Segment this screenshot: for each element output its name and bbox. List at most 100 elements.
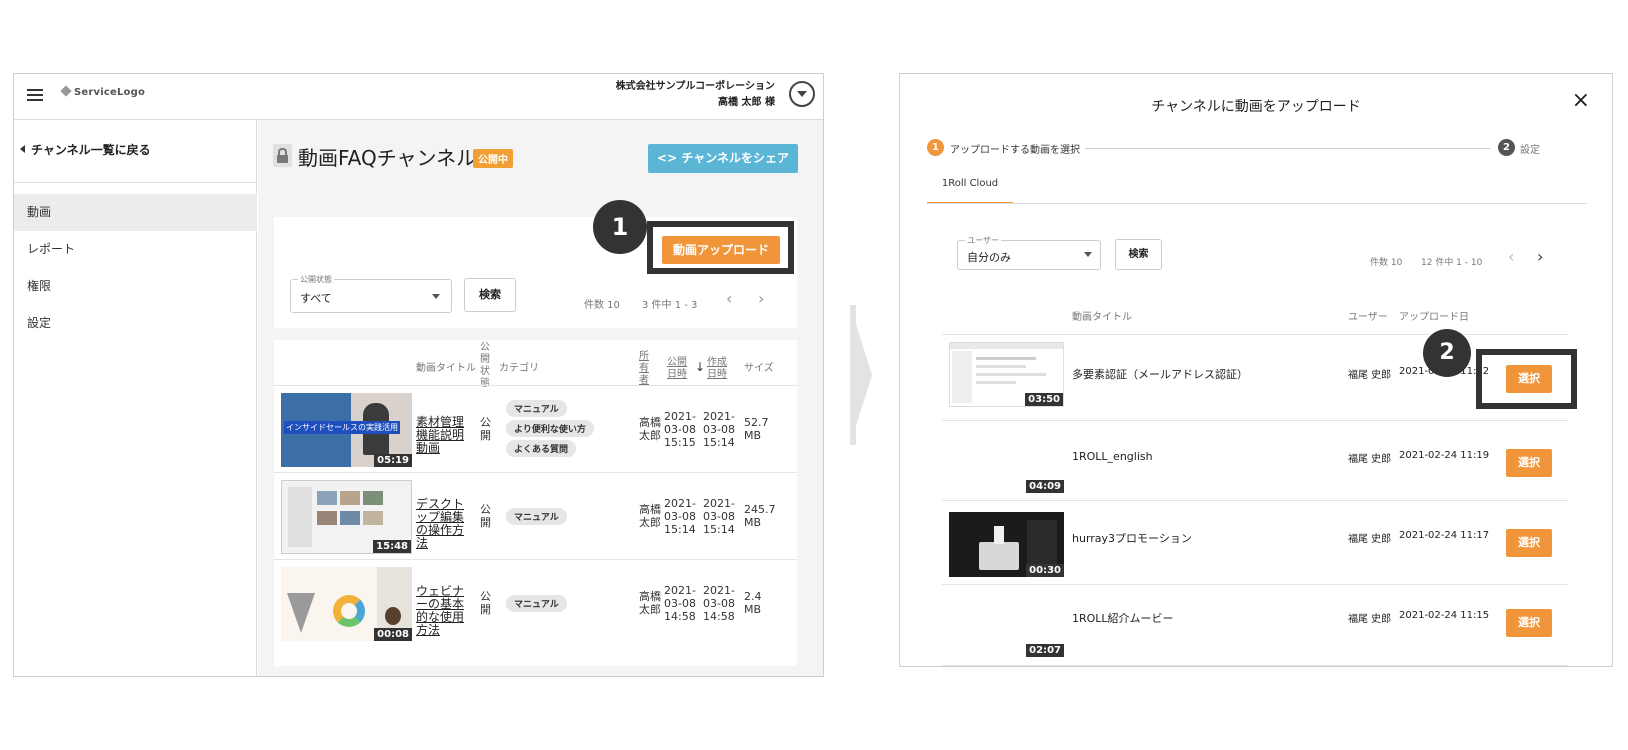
prev-page-icon[interactable]: ‹: [1508, 247, 1514, 266]
col-owner[interactable]: 所有者: [639, 351, 650, 387]
video-duration: 03:50: [1025, 393, 1063, 406]
user-filter-select[interactable]: ユーザー 自分のみ: [957, 235, 1101, 270]
select-button[interactable]: 選択: [1506, 365, 1552, 393]
select-button[interactable]: 選択: [1506, 449, 1552, 477]
search-button[interactable]: 検索: [464, 278, 516, 312]
video-title-link[interactable]: デスクトップ編集の操作方法: [416, 498, 472, 550]
company-name: 株式会社サンプルコーポレーション: [615, 81, 775, 92]
back-to-channels-link[interactable]: チャンネル一覧に戻る: [20, 141, 151, 158]
tab-1roll-cloud[interactable]: 1Roll Cloud: [927, 178, 1013, 204]
video-title: 1ROLL紹介ムービー: [1072, 612, 1174, 625]
step-connector: [1085, 148, 1490, 149]
step-2-marker: 2: [1423, 329, 1471, 377]
uploader-name: 福尾 史郎: [1348, 370, 1392, 381]
step-1-label: アップロードする動画を選択: [950, 145, 1080, 156]
uploader-name: 福尾 史郎: [1348, 454, 1392, 465]
modal-title: チャンネルに動画をアップロード: [1151, 99, 1361, 115]
created-date: 2021-03-08 15:14: [703, 410, 735, 449]
account-dropdown-icon[interactable]: [789, 81, 815, 107]
per-page-count: 件数 10: [584, 300, 620, 311]
upload-date: 2021-02-24 11:15: [1399, 610, 1490, 621]
menu-icon[interactable]: [27, 89, 43, 102]
video-title: hurray3プロモーション: [1072, 532, 1192, 545]
select-button[interactable]: 選択: [1506, 609, 1552, 637]
video-thumbnail: 02:07: [949, 592, 1064, 657]
file-size: 245.7 MB: [744, 503, 776, 529]
video-thumbnail[interactable]: 15:48: [281, 480, 412, 554]
owner: 高橋太郎: [639, 590, 661, 616]
col-size: サイズ: [744, 363, 774, 374]
video-title-link[interactable]: 素材管理機能説明動画: [416, 416, 472, 455]
video-thumbnail: 00:30: [949, 512, 1064, 577]
publish-status: 公開: [480, 590, 491, 616]
main-content: 動画FAQチャンネル 公開中 <> チャンネルをシェア 公開状態 すべて 検索 …: [258, 120, 823, 676]
app-header: ServiceLogo 株式会社サンプルコーポレーション 高橋 太郎 様: [14, 74, 823, 120]
modal-search-button[interactable]: 検索: [1115, 239, 1162, 270]
thumbnail-caption: インサイドセールスの実践活用: [284, 421, 400, 434]
user-name: 高橋 太郎 様: [718, 97, 775, 108]
video-thumbnail: 04:09: [949, 428, 1064, 493]
category-tag: マニュアル: [506, 508, 567, 525]
tab-underline: [927, 203, 1587, 204]
created-date: 2021-03-08 14:58: [703, 584, 735, 623]
account-info: 株式会社サンプルコーポレーション 高橋 太郎 様: [616, 79, 775, 111]
next-page-icon[interactable]: ›: [758, 289, 764, 308]
sort-down-icon[interactable]: ↓: [695, 361, 705, 373]
channel-page-panel: ServiceLogo 株式会社サンプルコーポレーション 高橋 太郎 様 チャン…: [13, 73, 824, 677]
col-user: ユーザー: [1348, 312, 1388, 323]
col-created[interactable]: 作成日時: [707, 357, 728, 381]
video-duration: 00:08: [374, 628, 412, 641]
row-divider: [942, 500, 1568, 501]
result-range: 3 件中 1 - 3: [642, 300, 698, 311]
modal-result-range: 12 件中 1 - 10: [1421, 258, 1483, 268]
row-divider: [942, 420, 1568, 421]
row-divider: [274, 385, 797, 386]
status-badge: 公開中: [473, 149, 513, 168]
caret-left-icon: [20, 145, 25, 153]
upload-video-button[interactable]: 動画アップロード: [662, 236, 780, 264]
video-thumbnail: 03:50: [949, 342, 1064, 407]
video-duration: 05:19: [374, 454, 412, 467]
row-divider: [942, 334, 1568, 335]
category-tag: よくある質問: [506, 440, 577, 457]
step-2-indicator: 2: [1498, 139, 1515, 156]
row-divider: [942, 584, 1568, 585]
owner: 高橋太郎: [639, 416, 661, 442]
next-page-icon[interactable]: ›: [1537, 247, 1543, 266]
video-duration: 04:09: [1026, 480, 1064, 493]
prev-page-icon[interactable]: ‹: [726, 289, 732, 308]
step-1-marker: 1: [593, 200, 647, 254]
col-published[interactable]: 公開日時: [667, 357, 688, 381]
video-duration: 00:30: [1026, 564, 1064, 577]
service-logo[interactable]: ServiceLogo: [60, 85, 146, 98]
col-category: カテゴリ: [499, 363, 539, 374]
dropdown-caret-icon: [432, 294, 440, 299]
share-channel-button[interactable]: <> チャンネルをシェア: [648, 144, 798, 173]
video-thumbnail[interactable]: インサイドセールスの実践活用 05:19: [281, 393, 412, 467]
channel-title: 動画FAQチャンネル: [298, 146, 477, 170]
share-button-label: チャンネルをシェア: [681, 151, 789, 165]
row-divider: [942, 665, 1568, 666]
select-button[interactable]: 選択: [1506, 529, 1552, 557]
row-divider: [274, 472, 797, 473]
video-duration: 15:48: [373, 540, 411, 553]
video-duration: 02:07: [1026, 644, 1064, 657]
sidebar-item-reports[interactable]: レポート: [14, 231, 257, 268]
flow-arrow-icon: [850, 305, 872, 445]
user-filter-value: 自分のみ: [967, 251, 1011, 264]
sidebar-item-settings[interactable]: 設定: [14, 305, 257, 342]
published-date: 2021-03-08 15:14: [664, 497, 696, 536]
upload-modal: チャンネルに動画をアップロード × 1 アップロードする動画を選択 2 設定 1…: [899, 73, 1613, 667]
close-icon[interactable]: ×: [1572, 88, 1590, 113]
publish-status-select[interactable]: 公開状態 すべて: [290, 274, 452, 313]
step-2-label: 設定: [1520, 145, 1540, 156]
col-status: 公開状態: [480, 342, 490, 389]
sidebar-item-videos[interactable]: 動画: [14, 194, 257, 231]
uploader-name: 福尾 史郎: [1348, 614, 1392, 625]
category-tag: より便利な使い方: [506, 420, 594, 437]
logo-text: ServiceLogo: [74, 87, 146, 98]
step-1-indicator: 1: [927, 139, 944, 156]
sidebar-item-permissions[interactable]: 権限: [14, 268, 257, 305]
video-thumbnail[interactable]: 00:08: [281, 567, 412, 641]
video-title-link[interactable]: ウェビナーの基本的な使用方法: [416, 585, 472, 637]
